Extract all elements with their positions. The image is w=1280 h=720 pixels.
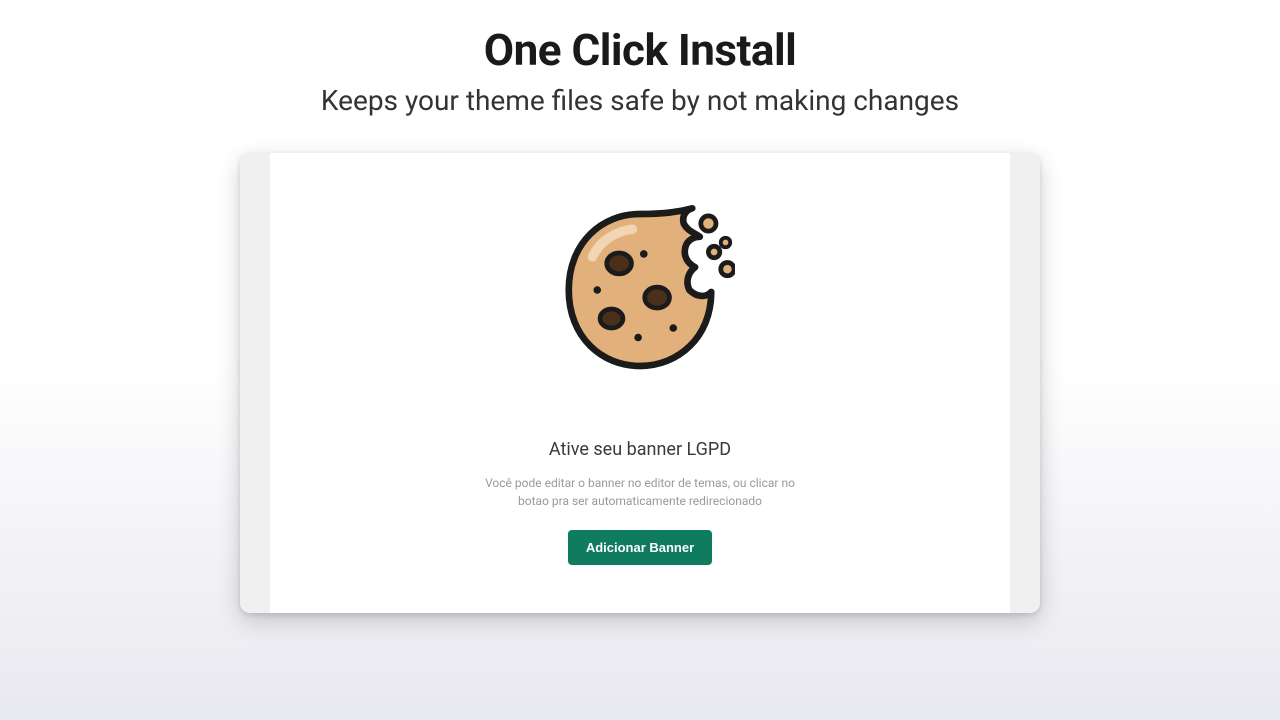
card-inner: Ative seu banner LGPD Você pode editar o… xyxy=(270,153,1010,613)
page-title: One Click Install xyxy=(484,24,797,76)
add-banner-button[interactable]: Adicionar Banner xyxy=(568,530,712,565)
card-description: Você pode editar o banner no editor de t… xyxy=(470,474,810,510)
card-heading: Ative seu banner LGPD xyxy=(549,439,731,460)
page-subtitle: Keeps your theme files safe by not makin… xyxy=(321,84,959,117)
install-card: Ative seu banner LGPD Você pode editar o… xyxy=(240,153,1040,613)
cookie-icon xyxy=(545,195,735,385)
